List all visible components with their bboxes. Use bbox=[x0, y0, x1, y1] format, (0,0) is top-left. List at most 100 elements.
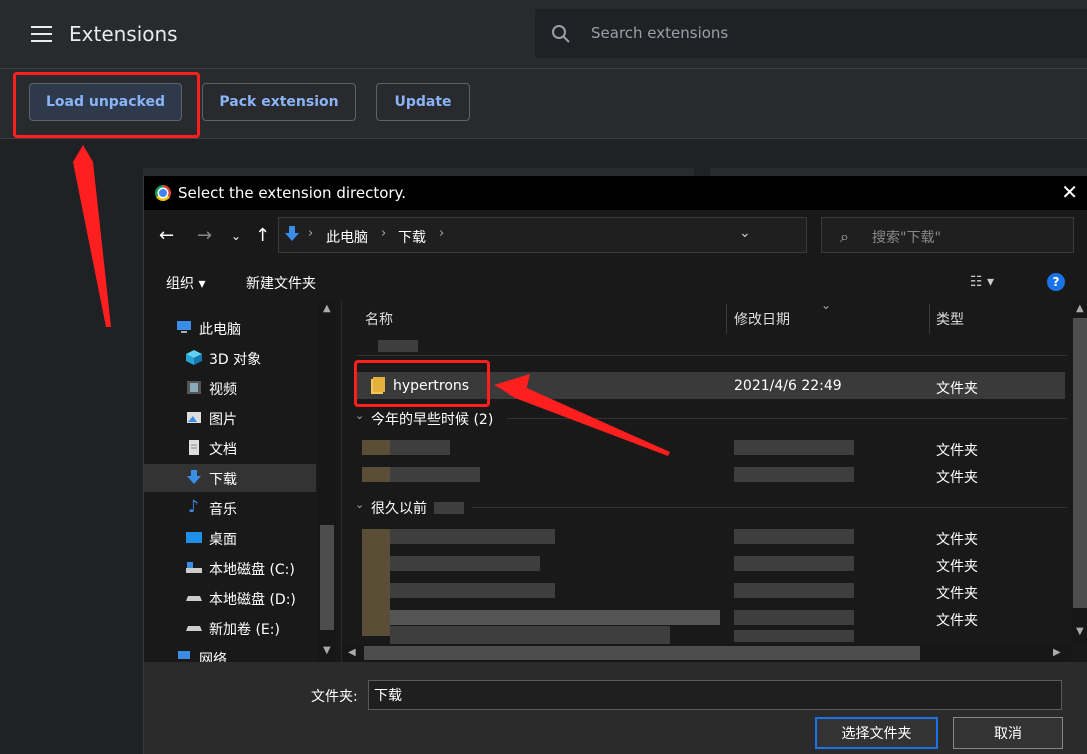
folder-label: 文件夹: bbox=[311, 689, 358, 705]
scroll-right-icon[interactable]: ▶ bbox=[1053, 647, 1061, 658]
column-divider[interactable] bbox=[929, 304, 930, 334]
update-button[interactable]: Update bbox=[376, 83, 470, 121]
tree-item-documents[interactable]: 文档 bbox=[144, 434, 316, 462]
annotation-arrow bbox=[73, 145, 111, 327]
column-divider[interactable] bbox=[726, 304, 727, 334]
row-type: 文件夹 bbox=[936, 470, 978, 486]
drive-c-icon bbox=[186, 562, 202, 573]
pictures-icon bbox=[187, 412, 201, 423]
network-icon bbox=[178, 651, 190, 659]
column-header-modified[interactable]: 修改日期 bbox=[734, 309, 790, 329]
tree-item-3d-objects[interactable]: 3D 对象 bbox=[144, 344, 316, 372]
blurred-content bbox=[734, 467, 854, 482]
3d-objects-icon bbox=[186, 350, 202, 365]
tree-item-label: 本地磁盘 (C:) bbox=[209, 562, 295, 578]
divider bbox=[472, 507, 1067, 508]
tree-item-drive-c[interactable]: 本地磁盘 (C:) bbox=[144, 554, 316, 582]
pack-extension-button[interactable]: Pack extension bbox=[202, 83, 356, 121]
blurred-content bbox=[734, 440, 854, 455]
tree-item-desktop[interactable]: 桌面 bbox=[144, 524, 316, 552]
breadcrumb-chevron-icon[interactable]: › bbox=[439, 226, 444, 241]
cancel-button[interactable]: 取消 bbox=[953, 717, 1063, 749]
nav-scrollbar[interactable]: ▲ ▼ bbox=[318, 300, 336, 662]
breadcrumb-chevron-icon[interactable]: › bbox=[308, 226, 313, 241]
up-arrow-icon[interactable]: ↑ bbox=[255, 225, 270, 246]
scroll-down-icon[interactable]: ▼ bbox=[1076, 626, 1084, 637]
chrome-logo-icon bbox=[155, 185, 171, 201]
scroll-up-icon[interactable]: ▲ bbox=[1076, 303, 1084, 314]
row-type: 文件夹 bbox=[936, 559, 978, 575]
folder-name-input[interactable] bbox=[368, 680, 1062, 710]
folder-search-input[interactable]: ⌕ 搜索"下载" bbox=[821, 217, 1074, 253]
blurred-content bbox=[390, 529, 555, 544]
group-header-earlier-this-year[interactable]: 今年的早些时候 (2) bbox=[371, 409, 493, 429]
drive-d-icon bbox=[186, 596, 202, 601]
group-collapse-chevron-icon[interactable]: ⌄ bbox=[355, 409, 364, 422]
tree-item-drive-e[interactable]: 新加卷 (E:) bbox=[144, 614, 316, 642]
tree-item-network[interactable]: 网络 bbox=[144, 644, 316, 662]
view-options-icon[interactable]: ☷ ▾ bbox=[970, 274, 994, 290]
new-folder-button[interactable]: 新建文件夹 bbox=[246, 273, 316, 293]
nav-scroll-thumb[interactable] bbox=[320, 525, 334, 630]
tree-item-downloads[interactable]: 下载 bbox=[144, 464, 316, 492]
group-collapse-chevron-icon[interactable]: ⌄ bbox=[355, 498, 364, 511]
address-bar[interactable]: › 此电脑 › 下载 › ⌄ ↻ bbox=[278, 217, 932, 253]
blurred-content bbox=[734, 610, 854, 625]
hscroll-thumb[interactable] bbox=[364, 646, 920, 660]
scroll-down-icon[interactable]: ▼ bbox=[323, 645, 331, 656]
breadcrumb-this-pc[interactable]: 此电脑 bbox=[326, 227, 368, 247]
folder-name: hypertrons bbox=[393, 378, 470, 394]
breadcrumb-downloads[interactable]: 下载 bbox=[398, 227, 426, 247]
select-folder-button[interactable]: 选择文件夹 bbox=[815, 717, 938, 749]
column-header-name[interactable]: 名称 bbox=[365, 309, 393, 329]
blurred-content bbox=[434, 502, 464, 514]
tree-item-label: 图片 bbox=[209, 412, 237, 428]
search-placeholder: Search extensions bbox=[591, 24, 729, 42]
tree-item-label: 桌面 bbox=[209, 532, 237, 548]
blurred-content bbox=[362, 529, 390, 636]
tree-item-this-pc[interactable]: 此电脑 bbox=[144, 314, 316, 342]
extensions-toolbar: Load unpacked Pack extension Update bbox=[0, 69, 1087, 139]
tree-item-label: 下载 bbox=[209, 472, 237, 488]
blurred-content bbox=[390, 626, 670, 644]
drive-e-icon bbox=[186, 626, 202, 631]
file-list: 名称 修改日期 ⌄ 类型 hypertrons 2021/4/6 22:49 文… bbox=[341, 300, 1087, 662]
blurred-content bbox=[390, 556, 540, 571]
tree-item-label: 3D 对象 bbox=[209, 352, 262, 368]
load-unpacked-button[interactable]: Load unpacked bbox=[29, 83, 182, 121]
recent-locations-chevron-icon[interactable]: ⌄ bbox=[231, 229, 241, 243]
forward-arrow-icon[interactable]: → bbox=[197, 225, 212, 246]
file-list-hscrollbar[interactable]: ◀ ▶ bbox=[342, 644, 1071, 662]
group-header-long-ago[interactable]: 很久以前 bbox=[371, 498, 427, 518]
breadcrumb-chevron-icon[interactable]: › bbox=[381, 226, 386, 241]
search-icon: ⌕ bbox=[840, 227, 849, 246]
dialog-title: Select the extension directory. bbox=[178, 184, 407, 202]
column-header-type[interactable]: 类型 bbox=[936, 309, 964, 329]
back-arrow-icon[interactable]: ← bbox=[159, 225, 174, 246]
command-bar: 组织 ▾ 新建文件夹 ☷ ▾ ? bbox=[144, 264, 1087, 300]
dialog-title-bar: Select the extension directory. ✕ bbox=[144, 176, 1087, 210]
tree-item-music[interactable]: ♪ 音乐 bbox=[144, 494, 316, 522]
file-list-scroll-thumb[interactable] bbox=[1073, 318, 1087, 608]
search-icon bbox=[552, 25, 570, 43]
blurred-content bbox=[362, 440, 390, 455]
tree-item-label: 本地磁盘 (D:) bbox=[209, 592, 296, 608]
scroll-left-icon[interactable]: ◀ bbox=[348, 647, 356, 658]
address-dropdown-icon[interactable]: ⌄ bbox=[739, 225, 751, 241]
close-icon[interactable]: ✕ bbox=[1061, 180, 1078, 204]
tree-item-videos[interactable]: 视频 bbox=[144, 374, 316, 402]
menu-icon[interactable] bbox=[31, 26, 52, 42]
tree-item-pictures[interactable]: 图片 bbox=[144, 404, 316, 432]
search-extensions-field[interactable]: Search extensions bbox=[535, 9, 1087, 58]
file-list-scrollbar[interactable]: ▲ ▼ bbox=[1071, 300, 1087, 644]
tree-item-drive-d[interactable]: 本地磁盘 (D:) bbox=[144, 584, 316, 612]
help-icon[interactable]: ? bbox=[1047, 273, 1065, 291]
folder-type: 文件夹 bbox=[936, 381, 978, 397]
tree-item-label: 视频 bbox=[209, 382, 237, 398]
blurred-content bbox=[378, 340, 418, 352]
page-title: Extensions bbox=[69, 22, 178, 46]
organize-menu[interactable]: 组织 ▾ bbox=[166, 273, 205, 293]
documents-icon bbox=[189, 440, 199, 455]
blurred-content bbox=[734, 556, 854, 571]
scroll-up-icon[interactable]: ▲ bbox=[323, 303, 331, 314]
